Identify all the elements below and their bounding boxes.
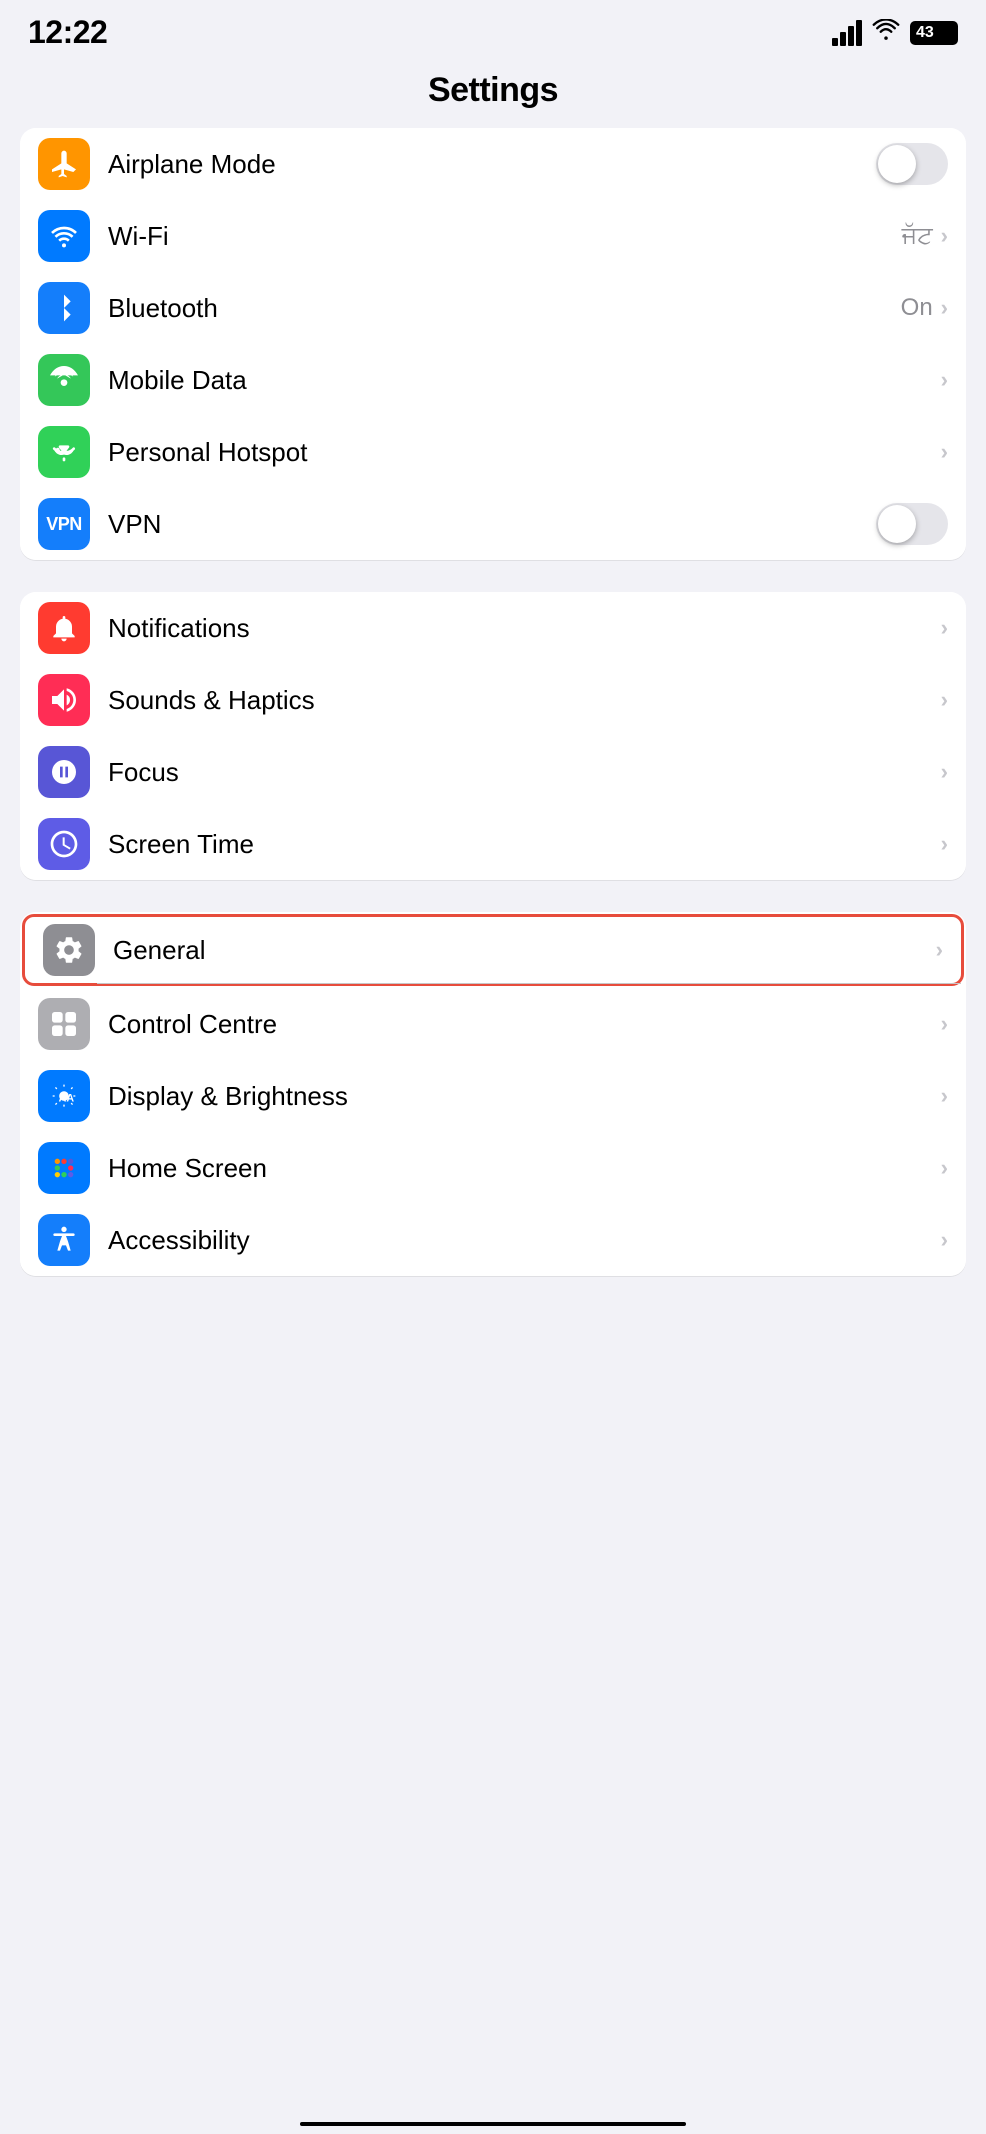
vpn-toggle[interactable] — [876, 503, 948, 545]
display-brightness-chevron: › — [941, 1083, 948, 1109]
accessibility-row[interactable]: Accessibility › — [20, 1204, 966, 1276]
status-icons: 43 — [832, 19, 958, 47]
vpn-row[interactable]: VPN VPN — [20, 488, 966, 560]
wifi-status-icon — [872, 19, 900, 47]
focus-chevron: › — [941, 759, 948, 785]
focus-icon — [38, 746, 90, 798]
accessibility-chevron: › — [941, 1227, 948, 1253]
screen-time-icon — [38, 818, 90, 870]
home-screen-label: Home Screen — [108, 1153, 941, 1184]
accessibility-icon — [38, 1214, 90, 1266]
control-centre-icon — [38, 998, 90, 1050]
wifi-value: ਜੱਟ — [902, 222, 933, 250]
mobile-data-chevron: › — [941, 367, 948, 393]
display-brightness-icon: AA — [38, 1070, 90, 1122]
battery-icon: 43 — [910, 21, 958, 45]
bluetooth-chevron: › — [941, 295, 948, 321]
wifi-chevron: › — [941, 223, 948, 249]
svg-text:AA: AA — [59, 1092, 75, 1104]
airplane-mode-label: Airplane Mode — [108, 149, 876, 180]
airplane-mode-toggle[interactable] — [876, 143, 948, 185]
home-screen-row[interactable]: Home Screen › — [20, 1132, 966, 1204]
system-group: Notifications › Sounds & Haptics › Focus… — [20, 592, 966, 880]
notifications-icon — [38, 602, 90, 654]
display-brightness-row[interactable]: AA Display & Brightness › — [20, 1060, 966, 1132]
bluetooth-icon — [38, 282, 90, 334]
connectivity-group: Airplane Mode Wi-Fi ਜੱਟ › Bluetooth On ›… — [20, 128, 966, 560]
screen-time-label: Screen Time — [108, 829, 941, 860]
signal-bars-icon — [832, 20, 862, 46]
focus-row[interactable]: Focus › — [20, 736, 966, 808]
general-row[interactable]: General › — [22, 914, 964, 986]
home-screen-icon — [38, 1142, 90, 1194]
notifications-chevron: › — [941, 615, 948, 641]
notifications-label: Notifications — [108, 613, 941, 644]
mobile-data-icon — [38, 354, 90, 406]
vpn-label: VPN — [108, 509, 876, 540]
wifi-row[interactable]: Wi-Fi ਜੱਟ › — [20, 200, 966, 272]
focus-label: Focus — [108, 757, 941, 788]
control-centre-row[interactable]: Control Centre › — [20, 988, 966, 1060]
sounds-haptics-row[interactable]: Sounds & Haptics › — [20, 664, 966, 736]
vpn-toggle-knob — [878, 505, 916, 543]
mobile-data-row[interactable]: Mobile Data › — [20, 344, 966, 416]
bluetooth-row[interactable]: Bluetooth On › — [20, 272, 966, 344]
general-chevron: › — [936, 937, 943, 963]
toggle-knob — [878, 145, 916, 183]
display-brightness-label: Display & Brightness — [108, 1081, 941, 1112]
gear-icon — [43, 924, 95, 976]
status-bar: 12:22 43 — [0, 0, 986, 59]
wifi-row-icon — [38, 210, 90, 262]
airplane-mode-row[interactable]: Airplane Mode — [20, 128, 966, 200]
mobile-data-label: Mobile Data — [108, 365, 941, 396]
bluetooth-value: On — [901, 294, 933, 322]
page-title: Settings — [0, 71, 986, 110]
sounds-haptics-chevron: › — [941, 687, 948, 713]
control-centre-chevron: › — [941, 1011, 948, 1037]
bottom-settings-group: General › Control Centre › AA Display & … — [20, 912, 966, 1276]
personal-hotspot-label: Personal Hotspot — [108, 437, 941, 468]
notifications-row[interactable]: Notifications › — [20, 592, 966, 664]
sounds-haptics-icon — [38, 674, 90, 726]
battery-level: 43 — [916, 24, 934, 42]
wifi-label: Wi-Fi — [108, 221, 902, 252]
personal-hotspot-row[interactable]: Personal Hotspot › — [20, 416, 966, 488]
home-screen-chevron: › — [941, 1155, 948, 1181]
vpn-icon: VPN — [38, 498, 90, 550]
sounds-haptics-label: Sounds & Haptics — [108, 685, 941, 716]
home-indicator — [300, 2122, 686, 2126]
status-time: 12:22 — [28, 14, 107, 51]
airplane-icon — [38, 138, 90, 190]
hotspot-icon — [38, 426, 90, 478]
control-centre-label: Control Centre — [108, 1009, 941, 1040]
bluetooth-label: Bluetooth — [108, 293, 901, 324]
accessibility-label: Accessibility — [108, 1225, 941, 1256]
screen-time-row[interactable]: Screen Time › — [20, 808, 966, 880]
personal-hotspot-chevron: › — [941, 439, 948, 465]
general-label: General — [113, 935, 936, 966]
page-header: Settings — [0, 59, 986, 128]
screen-time-chevron: › — [941, 831, 948, 857]
